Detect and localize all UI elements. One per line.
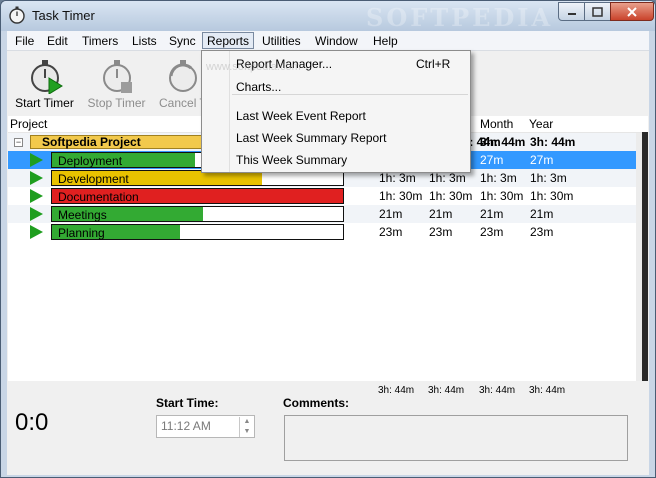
title-bar[interactable]: Task Timer SOFTPEDIA <box>1 1 655 32</box>
project-name: Softpedia Project <box>42 135 141 149</box>
task-progress-bar: Documentation <box>51 188 344 204</box>
project-month-total: 3h: 44m <box>480 135 526 149</box>
menu-sync[interactable]: Sync <box>165 33 200 50</box>
task-name: Meetings <box>58 208 107 222</box>
grid-scrollbar-thumb[interactable] <box>642 132 648 381</box>
menu-report-manager-shortcut: Ctrl+R <box>416 57 451 71</box>
stop-timer-button[interactable]: Stop Timer <box>79 56 154 112</box>
close-icon <box>627 6 637 17</box>
task-time-4: 1h: 3m <box>530 171 567 185</box>
elapsed-timer: 0:0 <box>15 409 49 436</box>
bottom-panel: 3h: 44m 3h: 44m 3h: 44m 3h: 44m 0:0 Star… <box>7 381 649 475</box>
start-time-value: 11:12 AM <box>161 419 211 433</box>
maximize-button[interactable] <box>584 2 611 21</box>
cancel-timer-label: Cancel T <box>159 96 201 110</box>
total-col-1: 3h: 44m <box>378 385 415 396</box>
stopwatch-icon <box>9 6 25 24</box>
cancel-timer-icon <box>169 60 197 92</box>
menu-bar: File Edit Timers Lists Sync Reports Util… <box>7 31 649 51</box>
project-year-total: 3h: 44m <box>530 135 576 149</box>
softpedia-watermark: SOFTPEDIA <box>366 3 554 32</box>
column-project[interactable]: Project <box>10 117 47 131</box>
menu-timers[interactable]: Timers <box>78 33 122 50</box>
menu-last-week-event-report[interactable]: Last Week Event Report <box>236 109 366 123</box>
menu-window[interactable]: Window <box>311 33 362 50</box>
task-time-2: 23m <box>429 225 453 239</box>
stop-timer-icon <box>103 60 132 93</box>
task-row[interactable]: Documentation 1h: 30m 1h: 30m 1h: 30m 1h: 30… <box>8 187 636 205</box>
menu-reports[interactable]: Reports <box>202 32 255 49</box>
play-icon[interactable] <box>30 225 43 239</box>
start-time-label: Start Time: <box>156 396 219 410</box>
menu-last-week-summary-report[interactable]: Last Week Summary Report <box>236 131 387 145</box>
task-time-2: 21m <box>429 207 453 221</box>
task-time-3: 27m <box>480 153 504 167</box>
task-name: Documentation <box>58 190 139 204</box>
task-time-2: 1h: 3m <box>429 171 466 185</box>
task-timer-window: Task Timer SOFTPEDIA File Edit Timers Li… <box>0 0 656 478</box>
menu-lists[interactable]: Lists <box>128 33 161 50</box>
total-col-2: 3h: 44m <box>428 385 465 396</box>
window-title: Task Timer <box>32 8 95 23</box>
task-time-4: 1h: 30m <box>530 189 574 203</box>
task-name: Development <box>58 172 129 186</box>
play-icon[interactable] <box>30 207 43 221</box>
task-time-1: 21m <box>379 207 403 221</box>
total-col-3: 3h: 44m <box>479 385 516 396</box>
url-watermark: www.softpedia.com <box>206 61 301 73</box>
task-time-1: 1h: 3m <box>379 171 416 185</box>
task-time-1: 1h: 30m <box>379 189 423 203</box>
spin-down-icon[interactable]: ▼ <box>239 427 254 437</box>
task-row[interactable]: Meetings 21m 21m 21m 21m <box>8 205 636 223</box>
menu-help[interactable]: Help <box>369 33 402 50</box>
task-time-4: 21m <box>530 207 554 221</box>
task-time-3: 1h: 3m <box>480 171 517 185</box>
task-time-4: 27m <box>530 153 554 167</box>
task-time-2: 1h: 30m <box>429 189 473 203</box>
play-icon[interactable] <box>30 153 43 167</box>
comments-label: Comments: <box>283 396 350 410</box>
start-time-input[interactable]: 11:12 AM ▲ ▼ <box>156 415 255 438</box>
task-time-3: 21m <box>480 207 504 221</box>
column-year[interactable]: Year <box>529 117 553 131</box>
task-row[interactable]: Planning 23m 23m 23m 23m <box>8 223 636 241</box>
menu-utilities[interactable]: Utilities <box>258 33 305 50</box>
maximize-icon <box>592 6 603 17</box>
collapse-icon[interactable]: − <box>14 138 23 147</box>
stop-timer-label: Stop Timer <box>87 96 146 110</box>
close-button[interactable] <box>610 2 654 21</box>
comments-field[interactable] <box>284 415 628 461</box>
menu-charts[interactable]: Charts... <box>236 80 281 94</box>
start-timer-label: Start Timer <box>15 96 74 110</box>
start-timer-icon <box>31 60 63 94</box>
task-name: Planning <box>58 226 105 240</box>
play-icon[interactable] <box>30 171 43 185</box>
start-timer-button[interactable]: Start Timer <box>7 56 82 112</box>
minimize-icon <box>567 12 576 15</box>
menu-file[interactable]: File <box>11 33 38 50</box>
play-icon[interactable] <box>30 189 43 203</box>
cancel-timer-button[interactable]: Cancel T <box>153 56 201 112</box>
minimize-button[interactable] <box>558 2 585 21</box>
task-time-1: 23m <box>379 225 403 239</box>
menu-separator <box>232 94 468 95</box>
task-time-3: 1h: 30m <box>480 189 524 203</box>
menu-edit[interactable]: Edit <box>43 33 72 50</box>
column-month[interactable]: Month <box>480 117 513 131</box>
spin-up-icon[interactable]: ▲ <box>239 417 254 427</box>
task-progress-bar: Planning <box>51 224 344 240</box>
task-name: Deployment <box>58 154 123 168</box>
menu-this-week-summary[interactable]: This Week Summary <box>236 153 347 167</box>
task-time-3: 23m <box>480 225 504 239</box>
task-progress-bar: Meetings <box>51 206 344 222</box>
task-time-4: 23m <box>530 225 554 239</box>
total-col-4: 3h: 44m <box>529 385 566 396</box>
